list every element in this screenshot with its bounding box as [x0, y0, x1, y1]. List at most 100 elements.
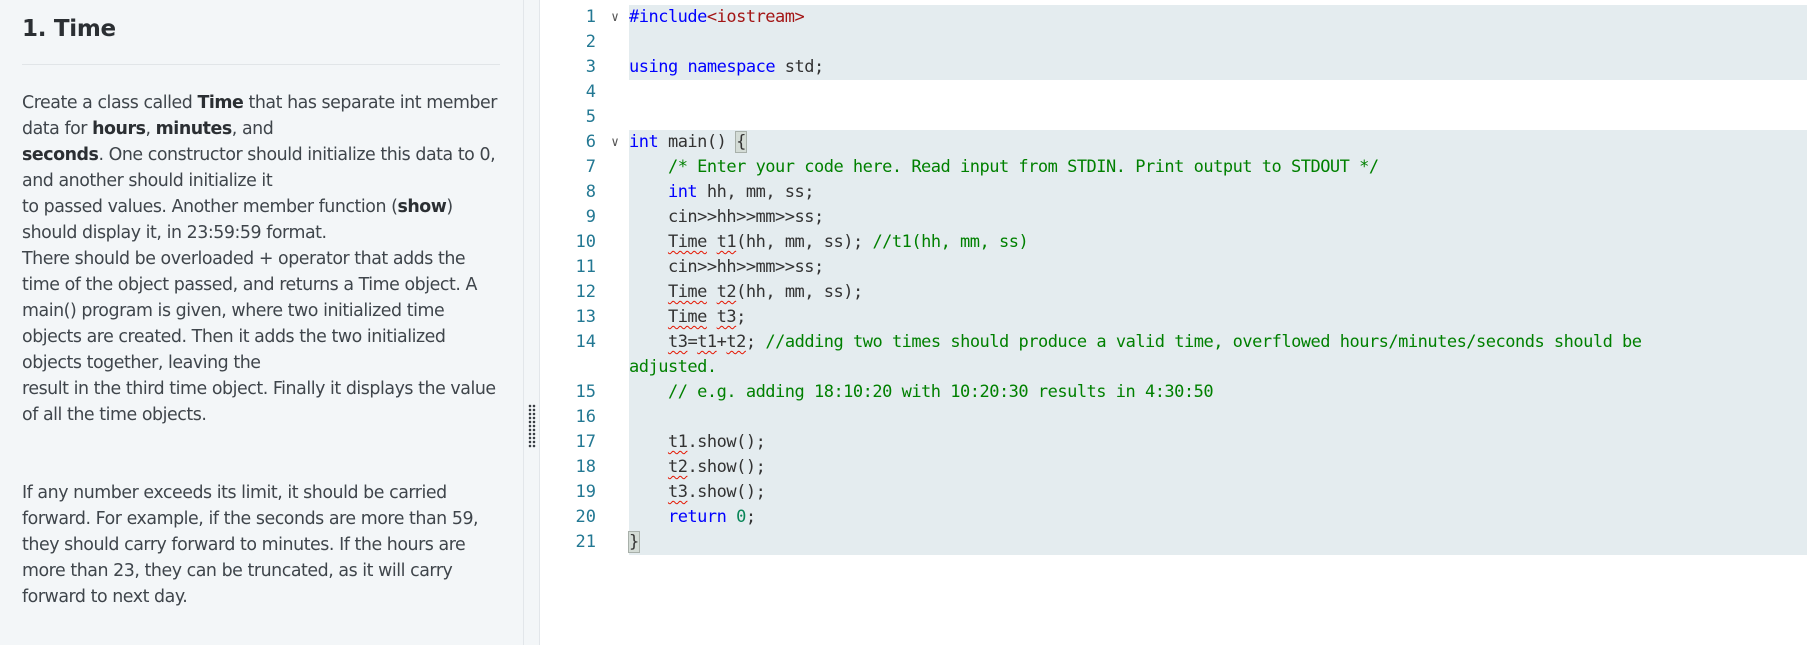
code-token: adjusted. [629, 357, 717, 377]
fold-chevron-icon[interactable]: ∨ [608, 130, 622, 155]
code-token: .show(); [687, 482, 766, 502]
code-line[interactable]: 2 [540, 30, 1807, 55]
code-token: #include [629, 7, 707, 27]
error-squiggle-token: t1 [697, 332, 717, 352]
code-text: #include<iostream> [629, 5, 805, 30]
text-run: to passed values. Another member functio… [22, 197, 398, 217]
code-text: using namespace std; [629, 55, 824, 80]
fold-chevron-icon[interactable]: ∨ [608, 5, 622, 30]
line-number: 16 [575, 407, 596, 427]
code-line[interactable]: 1 ∨ #include<iostream> [540, 5, 1807, 30]
text-run: , [145, 119, 156, 139]
code-text: t1.show(); [629, 430, 766, 455]
code-text: cin>>hh>>mm>>ss; [629, 205, 824, 230]
line-number: 20 [575, 507, 596, 527]
code-token: cin>>hh>>mm>>ss; [629, 207, 824, 227]
code-line[interactable]: 3 using namespace std; [540, 55, 1807, 80]
code-text: cin>>hh>>mm>>ss; [629, 255, 824, 280]
line-number: 13 [575, 307, 596, 327]
bold-term: show [397, 197, 447, 217]
line-number: 10 [575, 232, 596, 252]
code-token: (hh, mm, ss); [736, 282, 863, 302]
code-token: + [716, 332, 727, 352]
code-token: ; [745, 332, 766, 352]
code-token: <iostream> [706, 7, 805, 27]
code-line[interactable]: 8 int hh, mm, ss; [540, 180, 1807, 205]
text-run: Create a class called [22, 93, 198, 113]
code-line[interactable]: 9 cin>>hh>>mm>>ss; [540, 205, 1807, 230]
error-squiggle-token: t2 [667, 457, 688, 477]
line-number: 14 [575, 332, 596, 352]
code-editor[interactable]: 1 ∨ #include<iostream> 2 3 using namespace st… [540, 0, 1807, 645]
line-number: 19 [575, 482, 596, 502]
description-paragraph-1: Create a class called Time that has sepa… [22, 90, 502, 428]
problem-description: Create a class called Time that has sepa… [22, 90, 502, 428]
error-squiggle-token: t1 [667, 432, 688, 452]
code-token: // e.g. adding 18:10:20 with 10:20:30 re… [667, 382, 1214, 402]
error-squiggle-token: Time [667, 232, 707, 252]
code-token: hh, mm, ss; [697, 182, 815, 202]
line-number: 6 [585, 132, 596, 152]
code-token: int [629, 132, 659, 152]
code-token: /* Enter your code here. Read input from… [667, 157, 1379, 177]
drag-handle-icon[interactable] [528, 404, 536, 448]
code-line[interactable]: 20 return 0; [540, 505, 1807, 530]
line-number: 8 [585, 182, 596, 202]
line-number: 7 [585, 157, 596, 177]
code-text: /* Enter your code here. Read input from… [629, 155, 1379, 180]
code-text: Time t1(hh, mm, ss); //t1(hh, mm, ss) [629, 230, 1029, 255]
code-line[interactable]: 16 [540, 405, 1807, 430]
code-line[interactable]: 15 // e.g. adding 18:10:20 with 10:20:30… [540, 380, 1807, 405]
code-text: return 0; [629, 505, 756, 530]
text-run: , and [231, 119, 274, 139]
code-token: main() [658, 132, 737, 152]
code-line[interactable]: 21} [540, 530, 1807, 555]
error-squiggle-token: t3 [667, 332, 688, 352]
error-squiggle-token: Time [667, 282, 707, 302]
code-token: int [667, 182, 698, 202]
code-line[interactable]: 5 [540, 105, 1807, 130]
line-number: 9 [585, 207, 596, 227]
code-token: { [735, 131, 747, 153]
bold-term: seconds [22, 145, 99, 165]
code-line[interactable]: 7 /* Enter your code here. Read input fr… [540, 155, 1807, 180]
code-token: return [667, 507, 727, 527]
code-text: adjusted. [629, 355, 717, 380]
code-line[interactable]: 17 t1.show(); [540, 430, 1807, 455]
error-squiggle-token: t2 [716, 282, 737, 302]
code-line[interactable]: adjusted. [540, 355, 1807, 380]
code-line[interactable]: 19 t3.show(); [540, 480, 1807, 505]
code-line[interactable]: 11 cin>>hh>>mm>>ss; [540, 255, 1807, 280]
code-line[interactable]: 13 Time t3; [540, 305, 1807, 330]
line-number: 15 [575, 382, 596, 402]
line-number: 12 [575, 282, 596, 302]
code-text: // e.g. adding 18:10:20 with 10:20:30 re… [629, 380, 1214, 405]
line-number: 2 [585, 32, 596, 52]
code-token: 0 [736, 507, 746, 527]
code-line[interactable]: 10 Time t1(hh, mm, ss); //t1(hh, mm, ss) [540, 230, 1807, 255]
code-token: std; [775, 57, 824, 77]
bold-term: hours [92, 119, 146, 139]
code-line[interactable]: 4 [540, 80, 1807, 105]
code-line[interactable]: 6 ∨ int main() { [540, 130, 1807, 155]
code-line[interactable]: 12 Time t2(hh, mm, ss); [540, 280, 1807, 305]
code-token: //t1(hh, mm, ss) [872, 232, 1029, 252]
code-line[interactable]: 18 t2.show(); [540, 455, 1807, 480]
code-text: int hh, mm, ss; [629, 180, 815, 205]
line-number: 11 [575, 257, 596, 277]
line-number: 18 [575, 457, 596, 477]
text-run: result in the third time object. Finally… [22, 379, 496, 425]
code-line[interactable]: 14 t3=t1+t2; //adding two times should p… [540, 330, 1807, 355]
text-run: There should be overloaded + operator th… [22, 249, 477, 373]
code-text: t3=t1+t2; //adding two times should prod… [629, 330, 1642, 355]
bold-term: Time [197, 93, 244, 113]
panel-splitter[interactable] [524, 0, 540, 645]
